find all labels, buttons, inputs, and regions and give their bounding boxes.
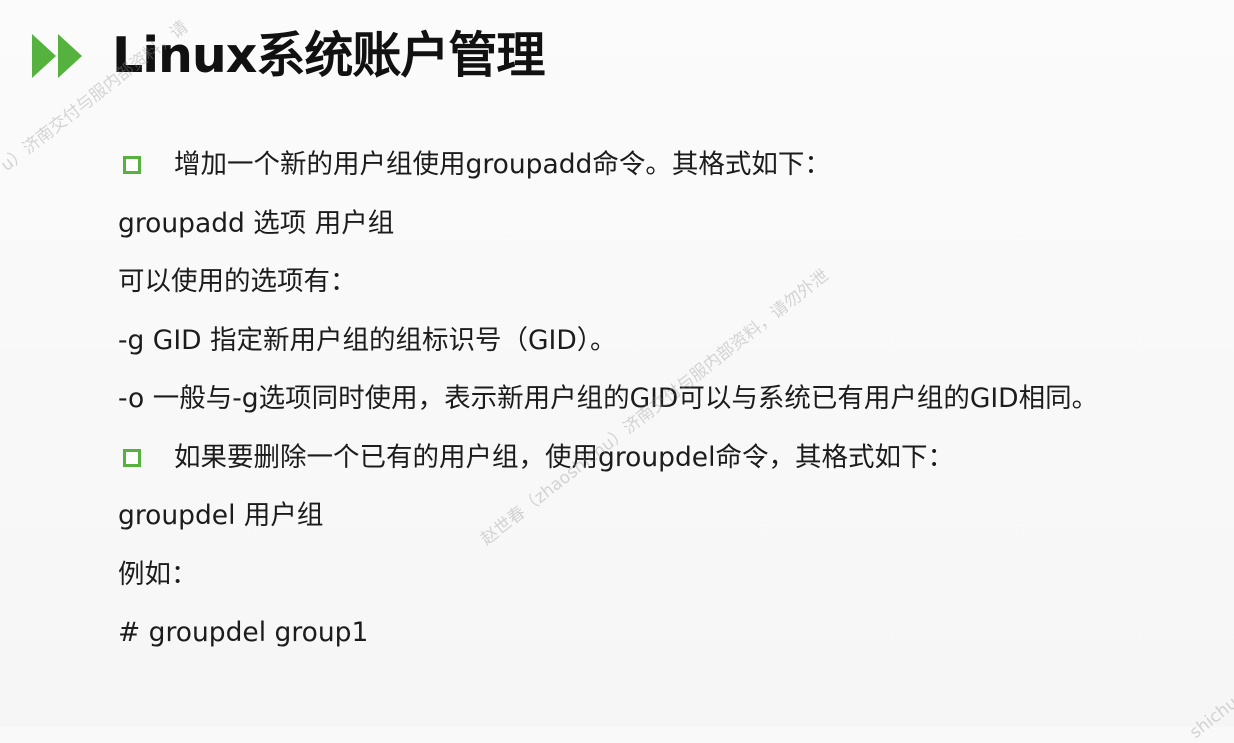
square-bullet-icon — [123, 448, 141, 467]
line-text: # groupdel group1 — [118, 617, 369, 649]
bullet-line-groupadd: 增加一个新的用户组使用groupadd命令。其格式如下： — [118, 136, 1228, 195]
line-text: 增加一个新的用户组使用groupadd命令。其格式如下： — [174, 149, 831, 181]
title-row: Linux系统账户管理 — [30, 24, 545, 88]
text-line: # groupdel group1 — [118, 604, 1228, 663]
text-line: groupdel 用户组 — [118, 487, 1228, 546]
slide: Linux系统账户管理 增加一个新的用户组使用groupadd命令。其格式如下：… — [0, 0, 1234, 743]
line-text: -o 一般与-g选项同时使用，表示新用户组的GID可以与系统已有用户组的GID相… — [118, 383, 1099, 415]
line-text: groupadd 选项 用户组 — [118, 207, 395, 239]
line-text: -g GID 指定新用户组的组标识号（GID）。 — [118, 324, 617, 356]
line-text: 如果要删除一个已有的用户组，使用groupdel命令，其格式如下： — [174, 441, 954, 473]
text-line: 例如： — [118, 546, 1228, 605]
text-line: -g GID 指定新用户组的组标识号（GID）。 — [118, 312, 1228, 371]
square-bullet-icon — [123, 156, 141, 175]
text-line: 可以使用的选项有： — [118, 253, 1228, 312]
bullet-line-groupdel: 如果要删除一个已有的用户组，使用groupdel命令，其格式如下： — [118, 429, 1228, 488]
watermark: shichu — [1186, 692, 1234, 743]
double-arrow-icon — [30, 32, 86, 80]
line-text: groupdel 用户组 — [118, 500, 324, 532]
slide-content: 增加一个新的用户组使用groupadd命令。其格式如下： groupadd 选项… — [118, 136, 1228, 663]
slide-title: Linux系统账户管理 — [112, 27, 545, 84]
line-text: 例如： — [118, 558, 198, 590]
text-line: groupadd 选项 用户组 — [118, 195, 1228, 254]
line-text: 可以使用的选项有： — [118, 266, 357, 298]
text-line: -o 一般与-g选项同时使用，表示新用户组的GID可以与系统已有用户组的GID相… — [118, 370, 1228, 429]
